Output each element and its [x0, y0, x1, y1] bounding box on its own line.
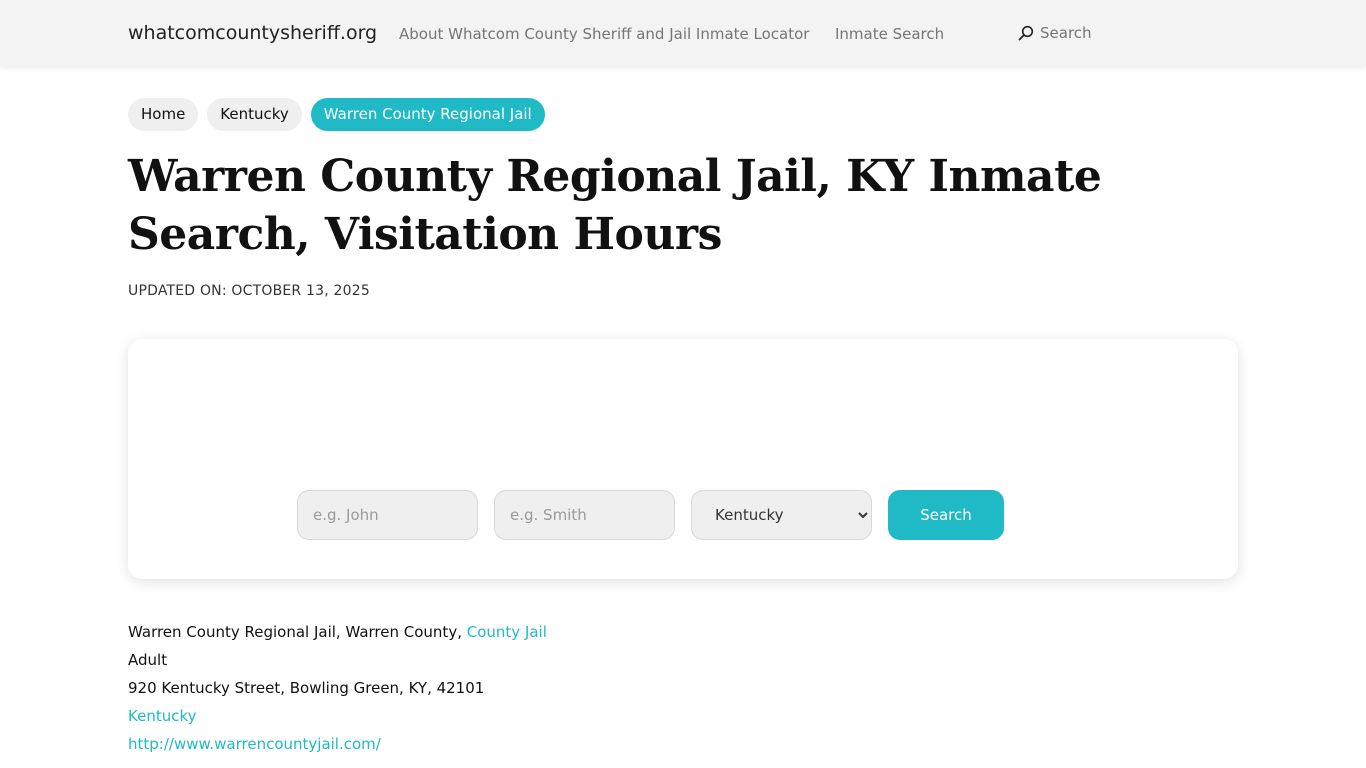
header-search-button[interactable]: Search — [1018, 24, 1092, 42]
facility-population: Adult — [128, 651, 168, 669]
breadcrumb: Home Kentucky Warren County Regional Jai… — [128, 98, 545, 131]
facility-name: Warren County Regional Jail, Warren Coun… — [128, 623, 467, 641]
header-search-label: Search — [1040, 24, 1092, 42]
search-icon — [1018, 25, 1034, 41]
facility-website-line: http://www.warrencountyjail.com/ — [128, 730, 547, 758]
breadcrumb-current[interactable]: Warren County Regional Jail — [310, 98, 545, 131]
page-title: Warren County Regional Jail, KY Inmate S… — [128, 151, 1102, 260]
first-name-input[interactable] — [297, 490, 478, 540]
facility-name-line: Warren County Regional Jail, Warren Coun… — [128, 618, 547, 646]
facility-info: Warren County Regional Jail, Warren Coun… — [128, 618, 547, 758]
nav-inmate-search-link[interactable]: Inmate Search — [835, 25, 944, 43]
site-header: whatcomcountysheriff.org About Whatcom C… — [0, 0, 1366, 66]
facility-state-line: Kentucky — [128, 702, 547, 730]
facility-type-link[interactable]: County Jail — [467, 623, 547, 641]
nav-about-link[interactable]: About Whatcom County Sheriff and Jail In… — [399, 25, 809, 43]
breadcrumb-home[interactable]: Home — [128, 98, 199, 131]
site-brand-link[interactable]: whatcomcountysheriff.org — [128, 22, 377, 44]
breadcrumb-kentucky[interactable]: Kentucky — [207, 98, 302, 131]
state-select[interactable]: Kentucky — [691, 490, 872, 540]
facility-website-link[interactable]: http://www.warrencountyjail.com/ — [128, 735, 381, 753]
facility-state-link[interactable]: Kentucky — [128, 707, 197, 725]
inmate-search-card: Kentucky Search — [128, 339, 1238, 579]
updated-date: UPDATED ON: OCTOBER 13, 2025 — [128, 283, 370, 299]
facility-address: 920 Kentucky Street, Bowling Green, KY, … — [128, 679, 485, 697]
search-submit-button[interactable]: Search — [888, 490, 1004, 540]
last-name-input[interactable] — [494, 490, 675, 540]
